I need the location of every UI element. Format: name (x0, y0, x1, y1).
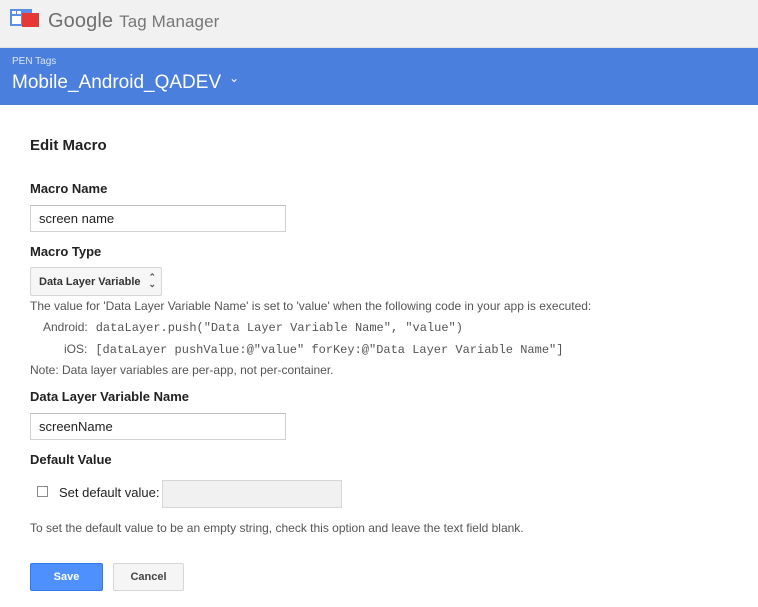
save-button[interactable]: Save (30, 563, 103, 591)
macro-type-label: Macro Type (30, 244, 102, 259)
android-label: Android: (43, 320, 88, 334)
android-code-row: Android: dataLayer.push("Data Layer Varia… (43, 320, 463, 335)
set-default-label[interactable]: Set default value: (59, 485, 159, 500)
ios-label: iOS: (64, 342, 88, 356)
account-name: PEN Tags (12, 56, 57, 67)
chevron-down-icon: ⌄ (229, 71, 240, 85)
note-text: Note: Data layer variables are per-app, … (30, 363, 334, 377)
ios-code: [dataLayer pushValue:@"value" forKey:@"D… (95, 343, 564, 357)
brand-google: Google (48, 10, 114, 32)
macro-name-input[interactable] (30, 205, 286, 232)
tag-manager-logo-icon[interactable] (10, 9, 40, 31)
android-code: dataLayer.push("Data Layer Variable Name… (95, 321, 463, 335)
help-text: To set the default value to be an empty … (30, 521, 524, 535)
container-bar: PEN Tags Mobile_Android_QADEV ⌄ (0, 48, 758, 105)
cancel-button[interactable]: Cancel (113, 563, 184, 591)
macro-name-label: Macro Name (30, 181, 108, 196)
info-text: The value for 'Data Layer Variable Name'… (30, 299, 592, 313)
brand-product: Tag Manager (119, 12, 220, 31)
page-title: Edit Macro (30, 137, 107, 154)
macro-type-value: Data Layer Variable (39, 275, 141, 288)
container-name: Mobile_Android_QADEV (12, 72, 222, 93)
dlv-name-label: Data Layer Variable Name (30, 389, 189, 404)
default-value-label: Default Value (30, 452, 112, 467)
set-default-checkbox[interactable] (37, 486, 48, 497)
dlv-name-input[interactable] (30, 413, 286, 440)
container-selector[interactable]: Mobile_Android_QADEV ⌄ (12, 71, 240, 94)
app-header: Google Tag Manager (0, 0, 758, 48)
brand[interactable]: Google Tag Manager (48, 10, 219, 33)
up-down-arrows-icon: ⌃ ⌄ (148, 272, 156, 289)
default-value-input[interactable] (162, 480, 342, 508)
macro-type-select[interactable]: Data Layer Variable ⌃ ⌄ (30, 267, 162, 296)
ios-code-row: iOS: [dataLayer pushValue:@"value" forKey… (64, 342, 563, 357)
